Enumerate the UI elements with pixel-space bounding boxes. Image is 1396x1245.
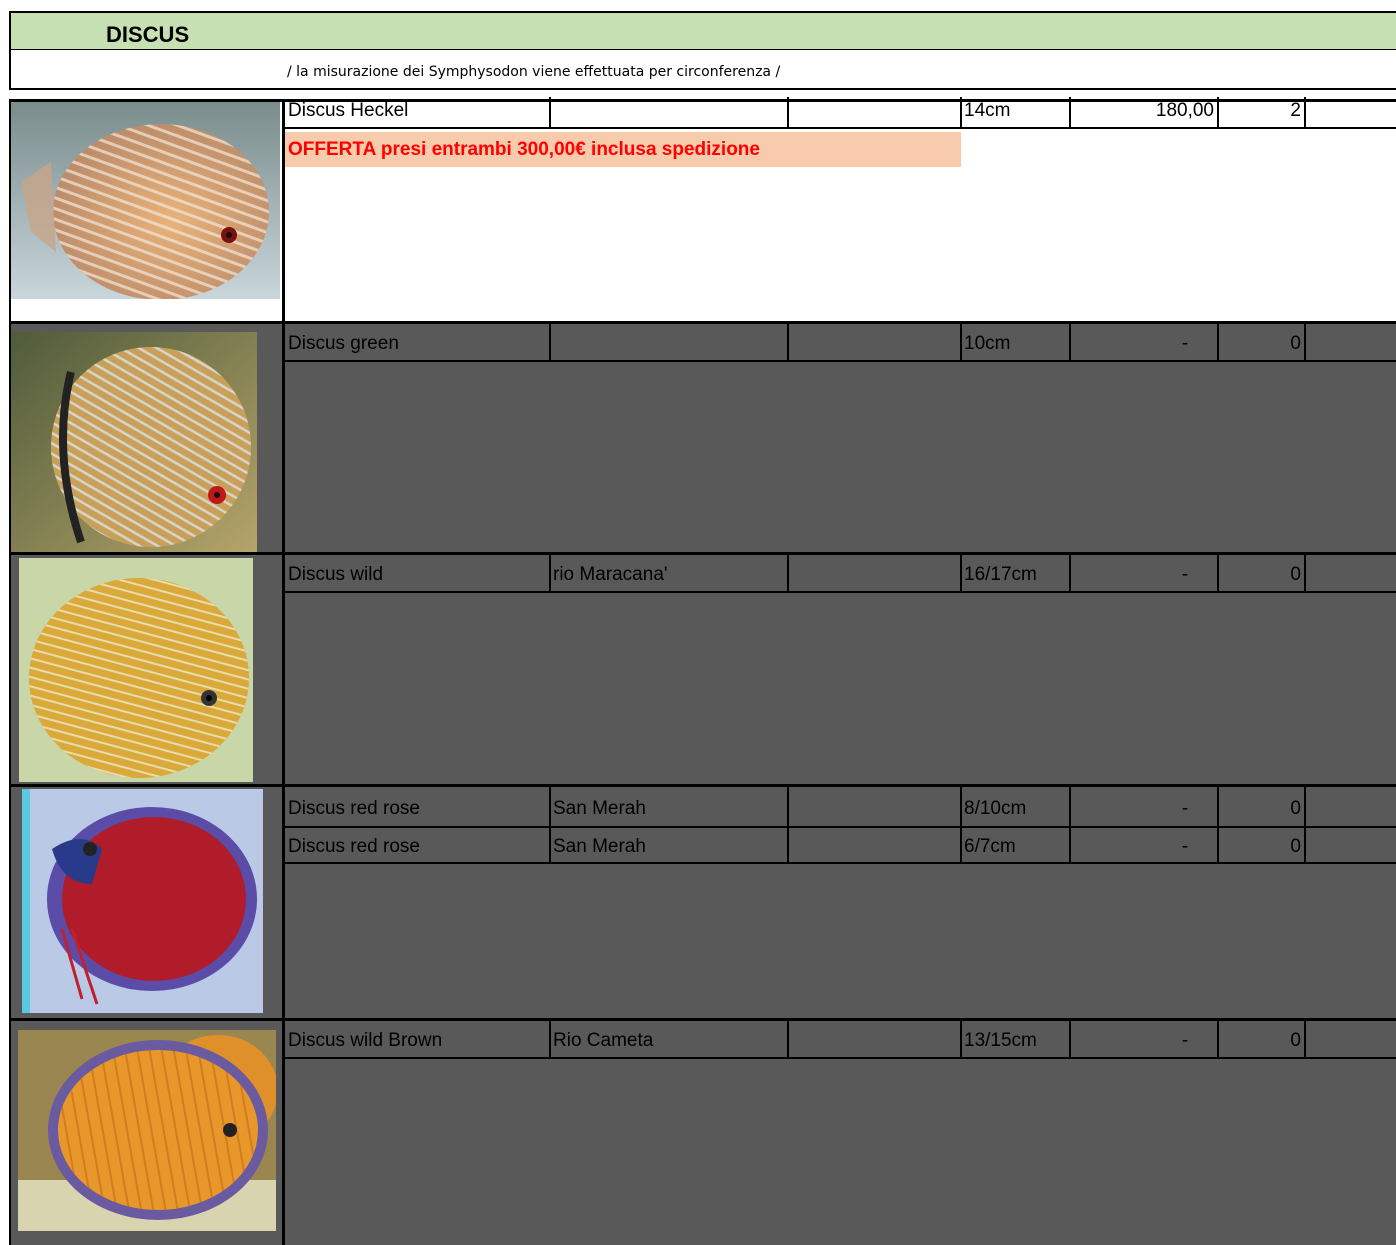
discus-green-photo [11,332,257,552]
row-origin: San Merah [553,836,646,857]
row-extra [788,96,961,128]
row-qty: 0 [1290,333,1301,354]
discus-red-rose-photo [22,789,263,1013]
offer-banner: OFFERTA presi entrambi 300,00€ inclusa s… [285,132,961,167]
measurement-note: / la misurazione dei Symphysodon viene e… [287,64,781,80]
row-origin [550,329,788,361]
row-size: 6/7cm [964,836,1016,857]
row-name: Discus green [288,333,399,354]
row-origin: rio Maracana' [553,564,668,585]
row-extra [788,794,961,826]
row-qty: 0 [1290,564,1301,585]
row-size: 8/10cm [964,798,1027,819]
row-size: 16/17cm [964,564,1037,585]
discus-wild-brown-photo [18,1030,276,1231]
row-name: Discus wild [288,564,384,585]
row-qty: 0 [1290,836,1301,857]
row-extra [788,329,961,361]
row-price: 180,00 [1155,100,1214,121]
row-size: 13/15cm [964,1030,1037,1051]
row-extra [788,560,961,592]
row-name: Discus red rose [288,798,420,819]
row-name: Discus Heckel [288,100,409,121]
discus-heckel-photo [11,102,280,299]
section-title: DISCUS [106,22,190,47]
row-qty: 0 [1290,1030,1301,1051]
measurement-note-row: / la misurazione dei Symphysodon viene e… [9,50,1396,90]
sheet-header: DISCUS [9,11,1396,50]
row-origin [550,96,788,128]
row-name: Discus red rose [288,836,420,857]
row-extra [788,832,961,864]
row-size: 14cm [964,100,1011,121]
row-name: Discus wild Brown [288,1030,443,1051]
row-extra [788,1026,961,1058]
discus-wild-photo [19,558,253,782]
row-origin: Rio Cameta [553,1030,654,1051]
row-origin: San Merah [553,798,646,819]
row-size: 10cm [964,333,1011,354]
row-qty: 0 [1290,798,1301,819]
row-qty: 2 [1290,100,1301,121]
